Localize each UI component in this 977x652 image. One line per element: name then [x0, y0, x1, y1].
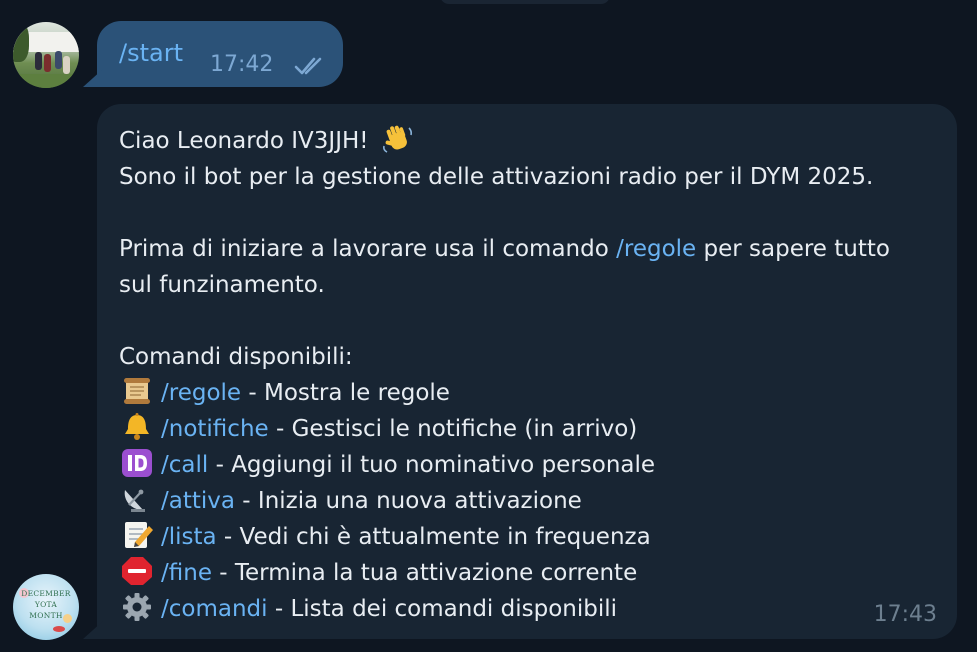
bell-icon	[119, 412, 155, 442]
avatar-photo-person	[55, 51, 62, 69]
scroll-icon	[119, 376, 155, 406]
command-item-comandi: /comandi - Lista dei comandi disponibili	[119, 591, 919, 627]
greeting-text: Ciao Leonardo IV3JJH!	[119, 128, 369, 154]
outgoing-message[interactable]: /start 17:42	[97, 21, 343, 87]
avatar-photo-grass	[13, 74, 79, 88]
command-link[interactable]: /fine	[161, 560, 212, 586]
command-item-fine: /fine - Termina la tua attivazione corre…	[119, 555, 919, 591]
bot-avatar[interactable]: DECEMBER YOTA MONTH	[13, 574, 79, 640]
incoming-message[interactable]: Ciao Leonardo IV3JJH! Sono il bot per la…	[97, 104, 957, 639]
waving-hand-icon	[380, 124, 416, 154]
double-check-icon	[294, 55, 330, 77]
gear-icon	[119, 592, 155, 622]
rules-line: Prima di iniziare a lavorare usa il coma…	[119, 236, 890, 262]
command-description: - Vedi chi è attualmente in frequenza	[216, 524, 651, 550]
intro-line: Sono il bot per la gestione delle attiva…	[119, 164, 874, 190]
message-time: 17:42	[210, 52, 274, 77]
memo-icon	[119, 520, 155, 550]
command-description: - Gestisci le notifiche (in arrivo)	[268, 416, 638, 442]
command-description: - Mostra le regole	[241, 380, 450, 406]
command-link[interactable]: /call	[161, 452, 208, 478]
commands-title: Comandi disponibili:	[119, 344, 353, 370]
command-link[interactable]: /lista	[161, 524, 217, 550]
command-item-notifiche: /notifiche - Gestisci le notifiche (in a…	[119, 411, 919, 447]
command-item-call: /call - Aggiungi il tuo nominativo perso…	[119, 447, 919, 483]
command-item-lista: /lista - Vedi chi è attualmente in frequ…	[119, 519, 919, 555]
avatar-photo-person	[63, 56, 70, 74]
command-link[interactable]: /comandi	[161, 596, 268, 622]
message-body: Ciao Leonardo IV3JJH! Sono il bot per la…	[119, 123, 919, 627]
command-link[interactable]: /attiva	[161, 488, 235, 514]
message-time: 17:43	[873, 602, 937, 627]
rules-line-2: sul funzinamento.	[119, 272, 325, 298]
avatar-photo-person	[35, 52, 42, 70]
command-description: - Inizia una nuova attivazione	[234, 488, 582, 514]
command-description: - Termina la tua attivazione corrente	[211, 560, 638, 586]
command-link[interactable]: /notifiche	[161, 416, 269, 442]
avatar-photo-tree	[13, 22, 29, 62]
date-pill	[440, 0, 610, 4]
id-icon	[119, 448, 155, 478]
stop-sign-icon	[119, 556, 155, 586]
command-description: - Aggiungi il tuo nominativo personale	[208, 452, 656, 478]
regole-command-link[interactable]: /regole	[616, 236, 696, 262]
command-description: - Lista dei comandi disponibili	[267, 596, 618, 622]
bot-avatar-logo: DECEMBER YOTA MONTH	[21, 589, 71, 620]
user-avatar[interactable]	[13, 22, 79, 88]
command-link[interactable]: /regole	[161, 380, 241, 406]
command-item-attiva: /attiva - Inizia una nuova attivazione	[119, 483, 919, 519]
command-item-regole: /regole - Mostra le regole	[119, 375, 919, 411]
satellite-dish-icon	[119, 484, 155, 514]
avatar-photo-person	[44, 54, 51, 72]
start-command-link[interactable]: /start	[119, 38, 183, 68]
greeting-line: Ciao Leonardo IV3JJH!	[119, 123, 919, 159]
